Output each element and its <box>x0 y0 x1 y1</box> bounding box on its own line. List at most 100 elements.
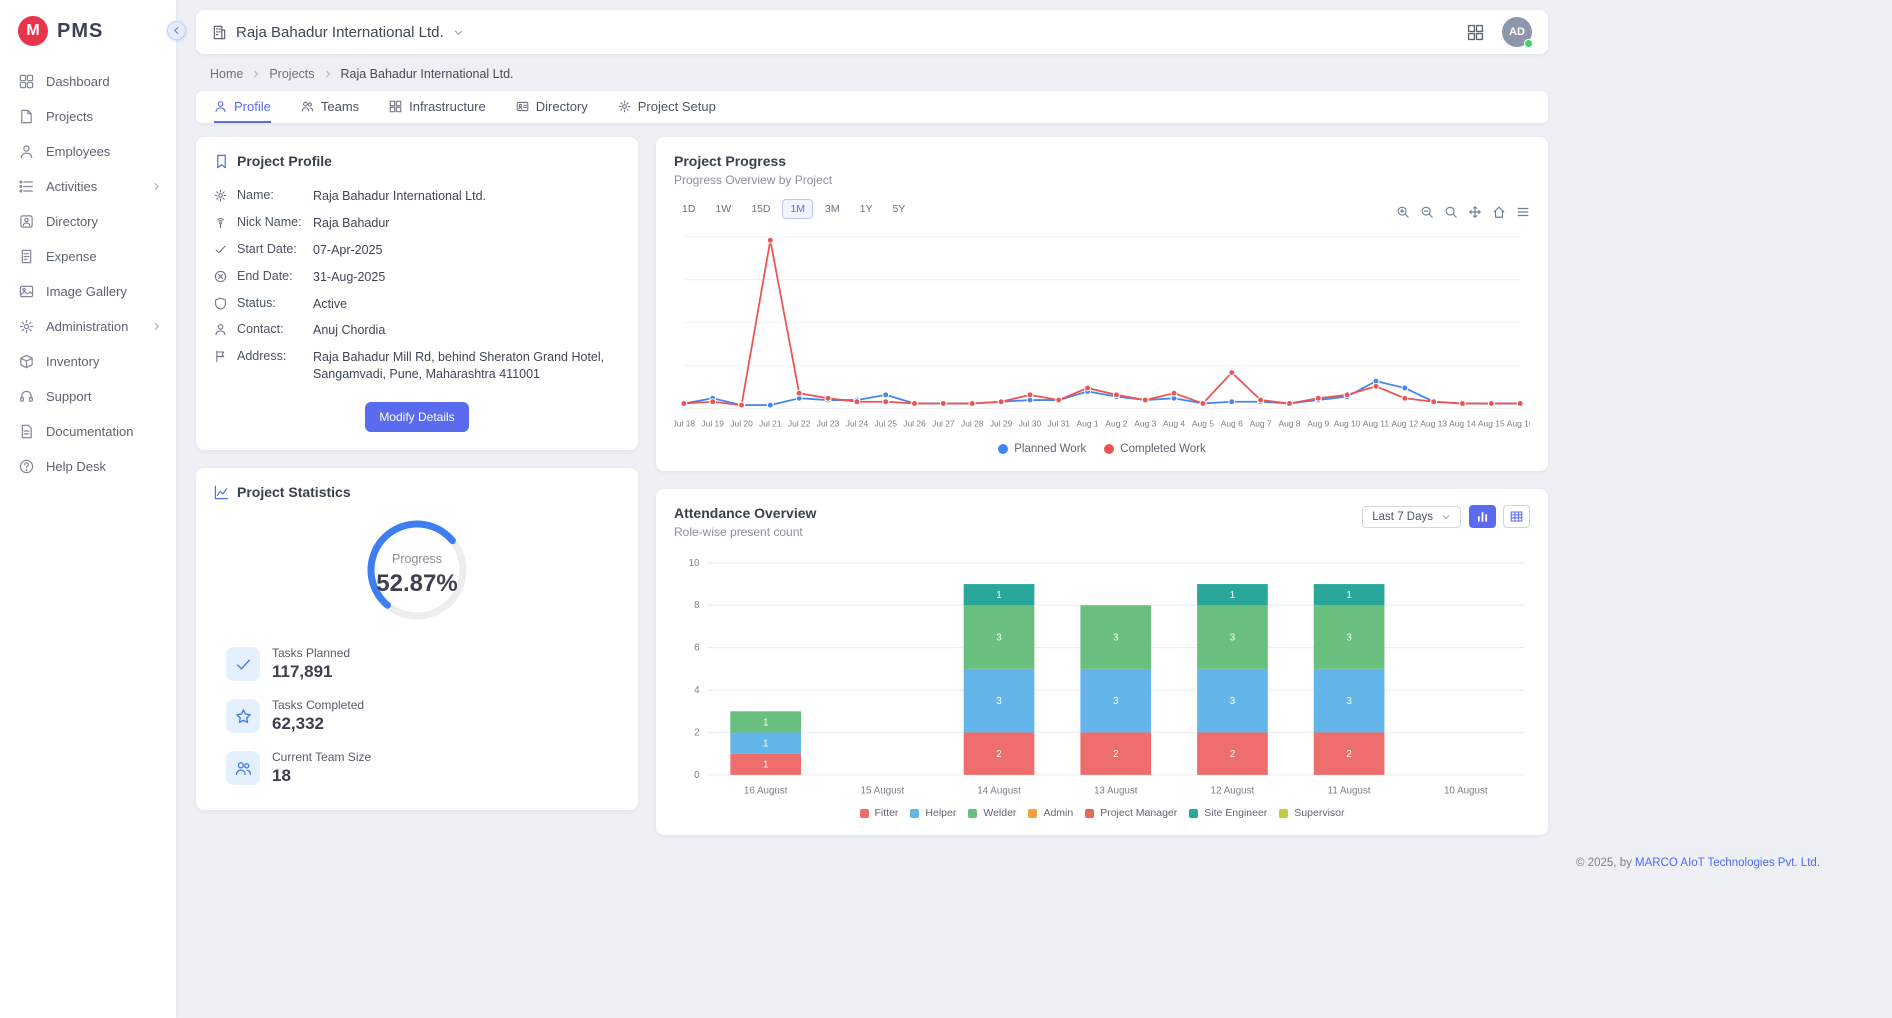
field-label: Address: <box>237 349 303 363</box>
tab-profile[interactable]: Profile <box>214 91 271 123</box>
sidebar-item-dashboard[interactable]: Dashboard <box>0 64 176 99</box>
profile-field-address: Address:Raja Bahadur Mill Rd, behind She… <box>214 344 620 388</box>
sidebar-item-documentation[interactable]: Documentation <box>0 414 176 449</box>
check-icon <box>235 656 252 673</box>
legend-completed-work[interactable]: Completed Work <box>1104 443 1205 455</box>
svg-text:10 August: 10 August <box>1444 786 1488 797</box>
legend-supervisor[interactable]: Supervisor <box>1279 807 1344 819</box>
legend-project-manager[interactable]: Project Manager <box>1085 807 1177 819</box>
bar-chart-view-toggle[interactable] <box>1469 505 1496 528</box>
legend-planned-work[interactable]: Planned Work <box>998 443 1086 455</box>
sidebar-item-administration[interactable]: Administration <box>0 309 176 344</box>
activities-icon <box>19 179 34 194</box>
grid-icon <box>389 100 402 113</box>
logo[interactable]: M PMS <box>0 0 176 58</box>
bar-chart-area: 024681011116 August15 August233114 Augus… <box>674 555 1530 805</box>
chevron-right-icon <box>151 181 162 192</box>
sidebar-item-projects[interactable]: Projects <box>0 99 176 134</box>
range-button-1m[interactable]: 1M <box>782 199 813 219</box>
menu-icon[interactable] <box>1516 205 1530 219</box>
svg-text:Jul 24: Jul 24 <box>846 418 869 428</box>
svg-text:1: 1 <box>763 739 768 750</box>
tab-project-setup[interactable]: Project Setup <box>618 91 716 123</box>
legend-fitter[interactable]: Fitter <box>860 807 899 819</box>
svg-text:Aug 1: Aug 1 <box>1077 418 1099 428</box>
profile-field-end-date: End Date:31-Aug-2025 <box>214 264 620 291</box>
pan-icon[interactable] <box>1468 205 1482 219</box>
modify-details-button[interactable]: Modify Details <box>365 402 468 432</box>
svg-text:Aug 8: Aug 8 <box>1278 418 1300 428</box>
documentation-icon <box>19 424 34 439</box>
range-button-1w[interactable]: 1W <box>707 199 739 219</box>
tab-teams[interactable]: Teams <box>301 91 359 123</box>
company-selector[interactable]: Raja Bahadur International Ltd. <box>212 24 464 41</box>
gauge-label: Progress <box>357 552 477 566</box>
legend-welder[interactable]: Welder <box>968 807 1016 819</box>
range-button-15d[interactable]: 15D <box>743 199 778 219</box>
stat-label: Tasks Completed <box>272 698 364 712</box>
dashboard-icon <box>19 74 34 89</box>
profile-field-start-date: Start Date:07-Apr-2025 <box>214 237 620 264</box>
circle-x-icon <box>214 270 227 283</box>
attendance-chart[interactable]: 024681011116 August15 August233114 Augus… <box>674 555 1530 802</box>
legend-site-engineer[interactable]: Site Engineer <box>1189 807 1267 819</box>
sidebar-item-activities[interactable]: Activities <box>0 169 176 204</box>
field-label: Status: <box>237 296 303 310</box>
main: Raja Bahadur International Ltd. AD Home P… <box>176 0 1892 1018</box>
chart-controls: 1D1W15D1M3M1Y5Y <box>674 199 1530 219</box>
svg-text:2: 2 <box>996 749 1001 760</box>
zoom-in-icon[interactable] <box>1396 205 1410 219</box>
chevron-right-icon <box>251 69 261 79</box>
tab-directory[interactable]: Directory <box>516 91 588 123</box>
profile-field-status: Status:Active <box>214 291 620 318</box>
breadcrumb-projects[interactable]: Projects <box>269 67 314 81</box>
line-chart-legend: Planned Work Completed Work <box>674 443 1530 459</box>
support-icon <box>19 389 34 404</box>
field-value: Raja Bahadur International Ltd. <box>313 188 620 205</box>
home-icon[interactable] <box>1492 205 1506 219</box>
stat-label: Current Team Size <box>272 750 371 764</box>
project-progress-chart[interactable]: Jul 18Jul 19Jul 20Jul 21Jul 22Jul 23Jul … <box>674 227 1530 438</box>
sidebar-item-inventory[interactable]: Inventory <box>0 344 176 379</box>
sidebar-item-image-gallery[interactable]: Image Gallery <box>0 274 176 309</box>
range-button-1y[interactable]: 1Y <box>852 199 881 219</box>
attendance-range-select[interactable]: Last 7 Days <box>1362 506 1461 528</box>
sidebar-item-label: Employees <box>46 144 110 159</box>
sidebar-item-support[interactable]: Support <box>0 379 176 414</box>
attendance-subtitle: Role-wise present count <box>674 525 816 539</box>
svg-text:16 August: 16 August <box>744 786 788 797</box>
bookmark-icon <box>214 154 229 169</box>
table-view-toggle[interactable] <box>1503 505 1530 528</box>
avatar[interactable]: AD <box>1502 17 1532 47</box>
svg-text:Aug 6: Aug 6 <box>1221 418 1243 428</box>
tab-infrastructure[interactable]: Infrastructure <box>389 91 486 123</box>
range-button-1d[interactable]: 1D <box>674 199 703 219</box>
logo-icon: M <box>18 16 48 46</box>
sidebar-item-help-desk[interactable]: Help Desk <box>0 449 176 484</box>
zoom-out-icon[interactable] <box>1420 205 1434 219</box>
project-progress-card: Project Progress Progress Overview by Pr… <box>656 137 1548 471</box>
chevron-down-icon <box>453 27 464 38</box>
svg-text:3: 3 <box>1346 696 1352 707</box>
svg-text:Jul 19: Jul 19 <box>701 418 724 428</box>
sidebar-item-directory[interactable]: Directory <box>0 204 176 239</box>
footer-link[interactable]: MARCO AIoT Technologies Pvt. Ltd. <box>1635 857 1820 869</box>
company-name: Raja Bahadur International Ltd. <box>236 24 444 41</box>
breadcrumb-home[interactable]: Home <box>210 67 243 81</box>
apps-grid-icon[interactable] <box>1467 24 1484 41</box>
svg-text:3: 3 <box>1113 633 1119 644</box>
range-button-3m[interactable]: 3M <box>817 199 848 219</box>
sidebar-item-expense[interactable]: Expense <box>0 239 176 274</box>
legend-helper[interactable]: Helper <box>910 807 956 819</box>
attendance-title-row: Attendance Overview <box>674 505 816 521</box>
range-button-5y[interactable]: 5Y <box>884 199 913 219</box>
person-icon <box>214 100 227 113</box>
sidebar-collapse-button[interactable] <box>167 21 186 40</box>
zoom-icon[interactable] <box>1444 205 1458 219</box>
legend-admin[interactable]: Admin <box>1028 807 1073 819</box>
sidebar-item-employees[interactable]: Employees <box>0 134 176 169</box>
stat-list: Tasks Planned117,891Tasks Completed62,33… <box>214 646 620 786</box>
sidebar-item-label: Activities <box>46 179 97 194</box>
sidebar: M PMS DashboardProjects Employees Activiti… <box>0 0 176 1018</box>
progress-gauge: Progress 52.87% <box>357 510 477 630</box>
